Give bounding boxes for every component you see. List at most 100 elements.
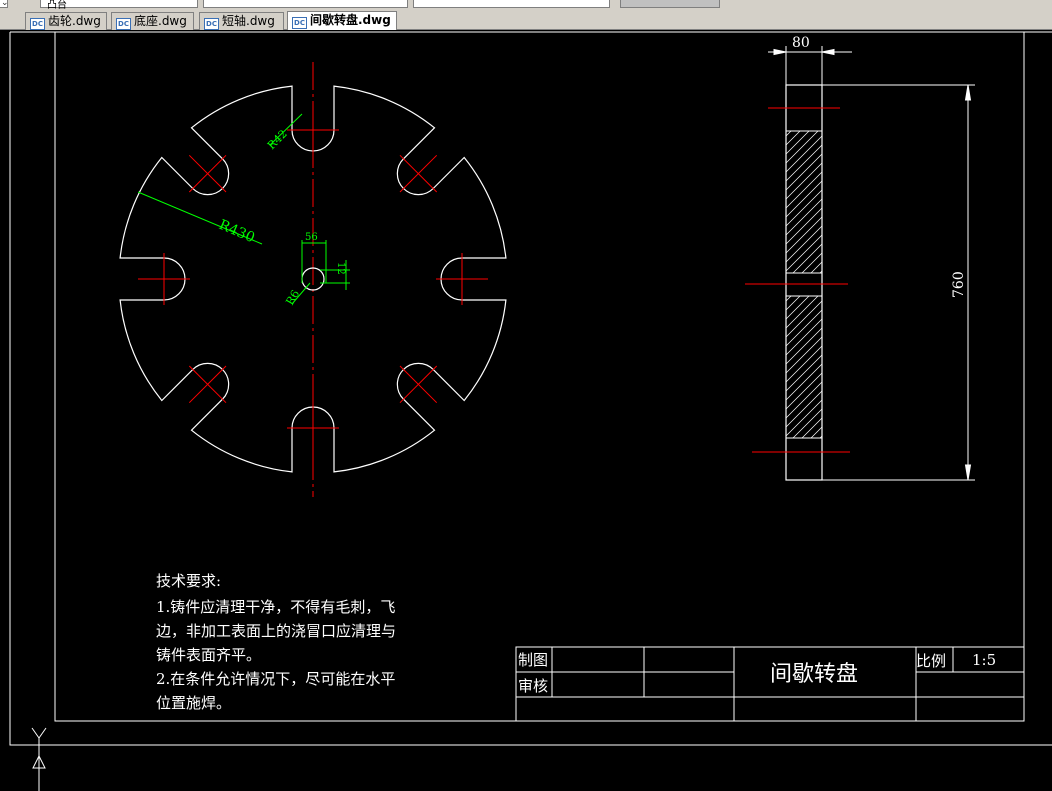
dwg-file-icon: DC <box>204 18 219 30</box>
height-dim-label: 760 <box>951 271 967 298</box>
hatch-line <box>786 153 822 191</box>
hatch-line <box>786 234 822 272</box>
hatch-line <box>786 73 822 109</box>
hatch-line <box>810 426 822 438</box>
top-view-dimensions: R430 R42 56 12 R6 <box>137 113 350 308</box>
color-select[interactable] <box>620 0 720 8</box>
hatch-line <box>786 327 822 365</box>
dwg-file-icon: DC <box>292 17 307 29</box>
hatch-line <box>786 381 822 419</box>
hatch-line <box>786 135 822 173</box>
chevron-down-icon: ⌄ <box>1 0 9 8</box>
layer-select[interactable]: 凸台 <box>40 0 198 10</box>
hatch-line <box>786 91 822 127</box>
hatch-line <box>786 517 822 553</box>
title-block: 制图 审核 间歇转盘 比例 1:5 <box>515 646 1025 722</box>
hatch-line <box>786 189 822 227</box>
width-dim-label: 80 <box>792 35 810 51</box>
hatch-line <box>786 354 822 392</box>
hatch-line <box>786 481 822 517</box>
hatch-line <box>786 211 822 247</box>
hatch-line <box>786 388 822 424</box>
hatch-line <box>786 202 822 238</box>
hatch-line <box>786 370 822 406</box>
hatch-line <box>819 270 822 273</box>
hatch-line <box>786 390 822 428</box>
technical-notes: 技术要求: 1.铸件应清理干净，不得有毛刺，飞 边，非加工表面上的浇冒口应清理与… <box>156 572 396 712</box>
d12-label: 12 <box>335 262 346 275</box>
hatch-line <box>786 131 801 146</box>
hatch-line <box>786 445 822 481</box>
hatch-line <box>786 463 822 499</box>
hatch-line <box>786 64 822 100</box>
hatch-line <box>786 454 822 490</box>
tab-base[interactable]: DC 底座.dwg <box>111 12 194 30</box>
part-name: 间歇转盘 <box>770 662 858 687</box>
r6-label: R6 <box>283 288 302 308</box>
hatch-line <box>786 289 822 325</box>
notes-line: 位置施焊。 <box>156 694 231 712</box>
hatch-line <box>786 316 822 352</box>
dwg-file-icon: DC <box>30 18 45 30</box>
hatch-line <box>786 131 819 164</box>
toolbar: ⌄ 凸台 <box>0 0 1052 10</box>
hatch-line <box>786 82 822 118</box>
hatch-line <box>786 296 801 311</box>
hatch-line <box>786 553 822 589</box>
hatch-line <box>786 131 810 155</box>
hatch-line <box>786 220 822 256</box>
hatch-line <box>786 580 822 616</box>
hatch-line <box>786 508 822 544</box>
hatch-line <box>786 46 822 82</box>
checked-by-label: 审核 <box>518 677 548 695</box>
hatch-line <box>786 325 822 361</box>
hatch-line <box>786 352 822 388</box>
drawing-canvas[interactable]: R430 R42 56 12 R6 80 760 技术要求: 1.铸件应清理干净… <box>0 30 1052 791</box>
hatch-line <box>786 526 822 562</box>
hatch-line <box>786 544 822 580</box>
hatch-line <box>786 589 822 625</box>
notes-title: 技术要求: <box>156 572 221 590</box>
tab-intermittent-turntable[interactable]: DC 间歇转盘.dwg <box>287 11 397 30</box>
hatch-line <box>792 408 822 438</box>
hatch-line <box>786 280 822 316</box>
hatch-line <box>786 562 822 598</box>
notes-line: 1.铸件应清理干净，不得有毛刺，飞 <box>156 598 395 616</box>
hatch-line <box>786 229 822 265</box>
notes-line: 边，非加工表面上的浇冒口应清理与 <box>156 622 396 640</box>
hatch-line <box>819 435 822 438</box>
hatch-line <box>786 343 822 379</box>
hatch-line <box>786 598 822 634</box>
hatch-line <box>786 345 822 383</box>
tab-gear[interactable]: DC 齿轮.dwg <box>25 12 107 30</box>
hatch-line <box>810 261 822 273</box>
scale-label: 比例 <box>916 652 946 670</box>
hatch-line <box>786 238 822 274</box>
hatch-line <box>786 296 810 320</box>
hatch-line <box>786 298 822 334</box>
hatch-line <box>786 379 822 415</box>
lineweight-select[interactable] <box>413 0 610 8</box>
linetype-select[interactable] <box>203 0 408 8</box>
r430-label: R430 <box>216 217 257 246</box>
tab-short-shaft[interactable]: DC 短轴.dwg <box>199 12 284 30</box>
hatch-line <box>786 216 822 254</box>
hatch-line <box>786 300 822 338</box>
section-hatch <box>786 202 822 634</box>
drawn-by-label: 制图 <box>518 651 548 669</box>
hatch-line <box>786 144 822 182</box>
hatch-line <box>786 363 822 401</box>
notes-line: 2.在条件允许情况下，尽可能在水平 <box>156 670 395 688</box>
hatch-line <box>786 318 822 356</box>
hatch-line <box>786 198 822 236</box>
ucs-icon <box>31 727 47 791</box>
hatch-line <box>786 571 822 607</box>
hatch-line <box>786 334 822 370</box>
hatch-line <box>786 415 822 451</box>
notes-line: 铸件表面齐平。 <box>156 646 261 664</box>
hatch-line <box>786 397 822 433</box>
document-tabs: DC 齿轮.dwg DC 底座.dwg DC 短轴.dwg DC 间歇转盘.dwg <box>0 10 1052 30</box>
hatch-line <box>786 296 819 329</box>
hatch-line <box>786 472 822 508</box>
section-hatch <box>786 46 822 451</box>
